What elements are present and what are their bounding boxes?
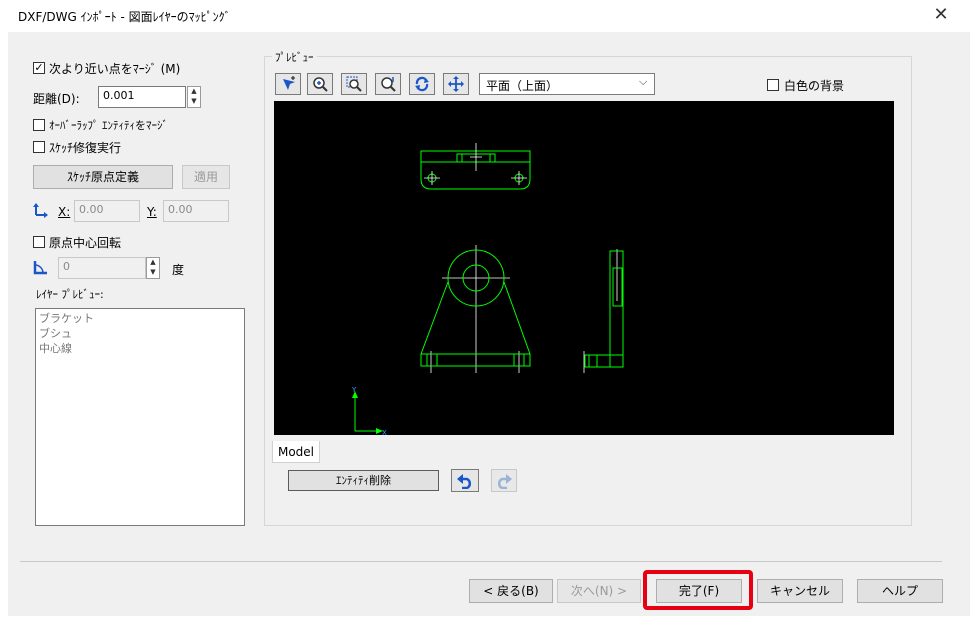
sketch-repair-checkbox[interactable] — [33, 141, 45, 153]
undo-icon[interactable] — [451, 469, 479, 492]
select-filter-icon[interactable] — [275, 73, 301, 95]
svg-text:Y: Y — [351, 386, 357, 394]
axis-triad: Y X — [351, 386, 387, 437]
delete-entity-button[interactable]: ｴﾝﾃｨﾃｨ削除 — [288, 470, 439, 491]
distance-label: 距離(D): — [33, 92, 80, 106]
view-select-value: 平面（上面） — [486, 79, 559, 93]
cancel-button[interactable]: キャンセル — [757, 579, 843, 603]
window-title: DXF/DWG ｲﾝﾎﾟｰﾄ - 図面ﾚｲﾔｰのﾏｯﾋﾟﾝｸﾞ — [18, 10, 231, 24]
layer-list[interactable]: ブラケット ブシュ 中心線 — [35, 308, 245, 526]
footer-divider — [20, 561, 942, 562]
window-edge — [970, 32, 980, 620]
rotate-field[interactable]: 0 — [58, 257, 146, 279]
pan-icon[interactable] — [443, 73, 469, 95]
view-select[interactable]: 平面（上面） — [479, 73, 655, 95]
white-bg-label: 白色の背景 — [784, 79, 845, 93]
x-label: X: — [58, 205, 71, 219]
tab-model[interactable]: Model — [272, 441, 320, 463]
tab-strip — [272, 436, 894, 464]
title-bar: DXF/DWG ｲﾝﾎﾟｰﾄ - 図面ﾚｲﾔｰのﾏｯﾋﾟﾝｸﾞ ✕ — [0, 0, 980, 32]
zoom-in-icon[interactable] — [307, 73, 333, 95]
rotate-stepper[interactable]: ▲ ▼ — [146, 257, 160, 279]
chevron-down-icon: ⌵ — [639, 75, 648, 88]
rotate-label: 原点中心回転 — [49, 236, 122, 250]
overlap-label: ｵｰﾊﾞｰﾗｯﾌﾟ ｴﾝﾃｨﾃｨをﾏｰｼﾞ — [49, 119, 168, 132]
y-label: Y: — [147, 205, 157, 219]
back-button[interactable]: < 戻る(B) — [469, 579, 553, 603]
merge-checkbox[interactable]: ✓ — [33, 62, 45, 74]
list-item[interactable]: ブシュ — [39, 326, 241, 341]
preview-canvas[interactable]: Y X — [274, 101, 894, 437]
finish-button[interactable]: 完了(F) — [656, 579, 742, 603]
list-item[interactable]: ブラケット — [39, 311, 241, 326]
rotate-checkbox[interactable] — [33, 236, 45, 248]
zoom-area-icon[interactable] — [375, 73, 401, 95]
white-bg-checkbox[interactable] — [767, 79, 779, 91]
side-view — [584, 250, 624, 368]
redo-icon[interactable] — [491, 469, 517, 492]
x-field[interactable]: 0.00 — [74, 200, 140, 222]
merge-label: 次より近い点をﾏｰｼﾞ (M) — [49, 62, 181, 76]
rotate-icon[interactable] — [409, 73, 435, 95]
rotate-angle-icon — [33, 261, 47, 275]
next-button[interactable]: 次へ(N) > — [557, 579, 641, 603]
zoom-fit-icon[interactable] — [341, 73, 367, 95]
svg-text:X: X — [382, 429, 387, 435]
layer-preview-label: ﾚｲﾔｰ ﾌﾟﾚﾋﾞｭｰ: — [36, 288, 104, 301]
sketch-origin-button[interactable]: ｽｹｯﾁ原点定義 — [33, 165, 173, 189]
overlap-checkbox[interactable] — [33, 119, 45, 131]
y-field[interactable]: 0.00 — [163, 200, 229, 222]
distance-field[interactable]: 0.001 — [98, 86, 186, 108]
help-button[interactable]: ヘルプ — [857, 579, 943, 603]
close-icon[interactable]: ✕ — [930, 4, 952, 26]
preview-group-label: ﾌﾟﾚﾋﾞｭｰ — [272, 49, 317, 65]
centerlines — [424, 143, 618, 373]
apply-button[interactable]: 適用 — [182, 165, 230, 189]
origin-axes-icon — [33, 203, 48, 218]
tab-model-label: Model — [277, 445, 315, 459]
sketch-repair-label: ｽｹｯﾁ修復実行 — [49, 141, 122, 155]
cad-drawing: Y X — [351, 143, 624, 437]
degree-label: 度 — [172, 263, 185, 277]
list-item[interactable]: 中心線 — [39, 341, 241, 356]
front-view — [420, 249, 531, 367]
distance-stepper[interactable]: ▲ ▼ — [187, 86, 201, 108]
